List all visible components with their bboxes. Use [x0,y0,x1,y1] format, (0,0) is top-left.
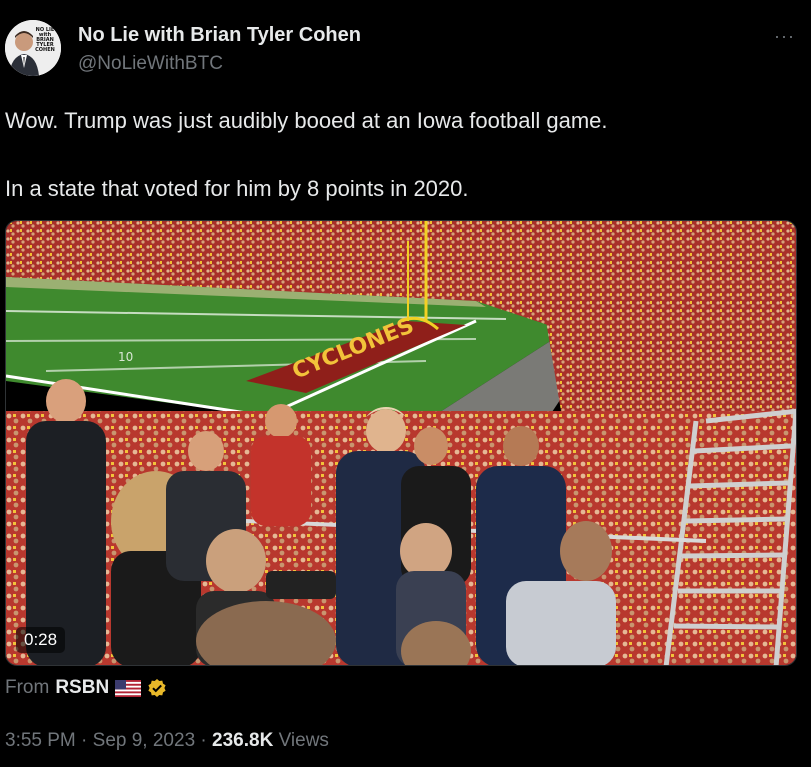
meta-separator: · [81,730,88,751]
source-name[interactable]: RSBN [55,677,109,699]
meta-separator: · [200,730,207,751]
video-player[interactable]: CYCLONES 10 0:28 [5,220,797,666]
tweet-date[interactable]: Sep 9, 2023 [93,730,195,751]
tweet-meta: 3:55 PM · Sep 9, 2023 · 236.8K Views [5,730,329,752]
verified-gold-badge-icon [148,679,166,697]
views-label: Views [278,730,329,751]
views-count: 236.8K [212,730,274,751]
tweet-time[interactable]: 3:55 PM [5,730,76,751]
media-source: From RSBN [5,677,167,699]
video-frame: CYCLONES 10 [6,221,796,665]
tweet-line-1: Wow. Trump was just audibly booed at an … [5,108,608,133]
author-avatar[interactable]: NO LIE with BRIAN TYLER COHEN [5,20,61,76]
tweet-text: Wow. Trump was just audibly booed at an … [5,107,795,203]
source-prefix: From [5,677,50,698]
video-duration: 0:28 [16,627,66,653]
author-name[interactable]: No Lie with Brian Tyler Cohen [78,24,361,47]
more-options-icon[interactable]: ··· [774,26,795,47]
yard-marker: 10 [118,350,133,364]
us-flag-icon [115,679,142,697]
author-handle[interactable]: @NoLieWithBTC [78,53,223,75]
tweet-line-2: In a state that voted for him by 8 point… [5,176,469,201]
avatar-logo-text: NO LIE with BRIAN TYLER COHEN [35,27,55,53]
